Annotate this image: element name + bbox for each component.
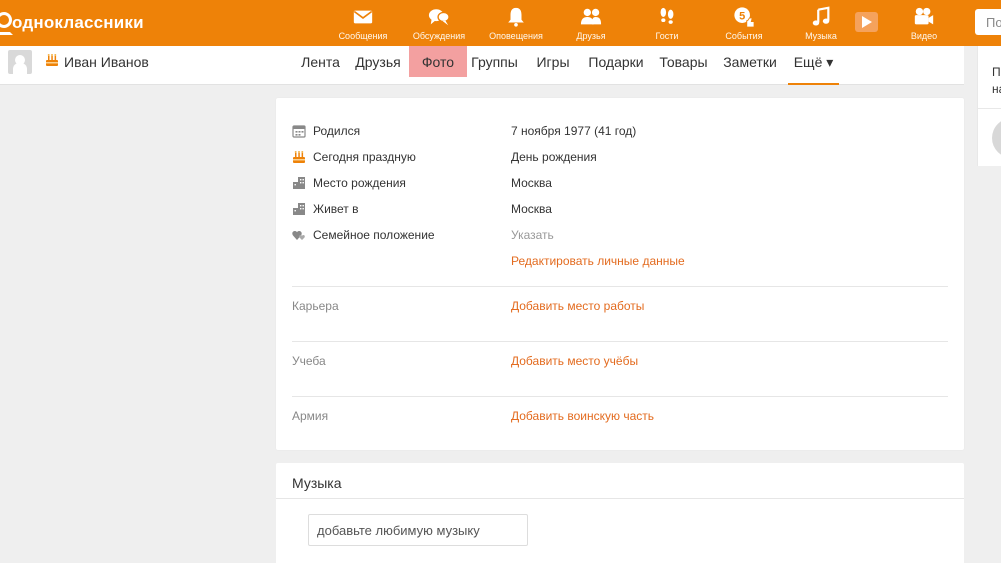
section-label-career: Карьера — [292, 299, 339, 313]
edit-personal-data-link[interactable]: Редактировать личные данные — [511, 254, 685, 268]
tab-friends[interactable]: Друзья — [350, 46, 406, 85]
info-row-born: Родился — [292, 124, 360, 138]
logo-text: одноклассники — [12, 13, 144, 32]
info-label: Семейное положение — [313, 228, 435, 242]
info-value-celebration: День рождения — [511, 150, 597, 164]
nav-notifications[interactable]: Оповещения — [485, 0, 547, 46]
nav-label: Обсуждения — [412, 31, 466, 41]
nav-music[interactable]: Музыка — [790, 0, 852, 46]
divider — [292, 286, 948, 287]
info-value-birthdate: 7 ноября 1977 (41 год) — [511, 124, 637, 138]
nav-video[interactable]: Видео — [893, 0, 955, 46]
tab-notes[interactable]: Заметки — [718, 46, 782, 85]
info-label: Родился — [313, 124, 361, 138]
site-logo[interactable]: одноклассники — [0, 10, 144, 36]
divider — [292, 396, 948, 397]
add-music-input[interactable]: добавьте любимую музыку — [308, 514, 528, 546]
nav-label: Гости — [655, 31, 679, 41]
events-icon: 5 — [734, 7, 755, 28]
nav-label: Друзья — [576, 31, 606, 41]
avatar[interactable] — [8, 50, 32, 74]
birthday-cake-icon — [46, 54, 58, 66]
profile-subbar: Иван Иванов Лента Друзья Фото Группы Игр… — [0, 46, 964, 85]
info-label: Живет в — [313, 202, 359, 216]
chat-bubbles-icon — [428, 9, 450, 26]
nav-guests[interactable]: Гости — [636, 0, 698, 46]
envelope-icon — [353, 10, 373, 24]
ok-logo-icon — [0, 12, 13, 35]
profile-user-name[interactable]: Иван Иванов — [64, 54, 149, 70]
music-card-title: Музыка — [292, 475, 342, 491]
music-play-button[interactable] — [855, 12, 878, 32]
svg-text:5: 5 — [739, 10, 745, 22]
nav-label: Музыка — [805, 31, 837, 41]
nav-events[interactable]: 5 События — [713, 0, 775, 46]
music-card: Музыка добавьте любимую музыку — [276, 463, 964, 563]
nav-label: Видео — [910, 31, 938, 41]
info-value-birthplace: Москва — [511, 176, 552, 190]
right-panel: П на — [977, 46, 1001, 166]
tab-goods[interactable]: Товары — [654, 46, 713, 85]
search-input[interactable]: По — [975, 9, 1001, 35]
add-school-link[interactable]: Добавить место учёбы — [511, 354, 638, 368]
info-row-lives-in: Живет в — [292, 202, 359, 216]
music-note-icon — [812, 6, 830, 26]
nav-label: Оповещения — [489, 31, 543, 41]
info-row-marital: Семейное положение — [292, 228, 435, 242]
nav-discussions[interactable]: Обсуждения — [408, 0, 470, 46]
footprints-icon — [660, 7, 674, 24]
section-label-army: Армия — [292, 409, 329, 423]
info-value-residence: Москва — [511, 202, 552, 216]
city-icon — [293, 203, 305, 215]
add-military-unit-link[interactable]: Добавить воинскую часть — [511, 409, 654, 423]
info-label: Сегодня праздную — [313, 150, 416, 164]
info-label: Место рождения — [313, 176, 406, 190]
nav-friends[interactable]: Друзья — [560, 0, 622, 46]
play-icon — [861, 16, 872, 28]
tab-groups[interactable]: Группы — [467, 46, 522, 85]
birthday-cake-icon — [293, 151, 305, 163]
tab-photos[interactable]: Фото — [409, 46, 467, 77]
tab-feed[interactable]: Лента — [293, 46, 348, 85]
friends-icon — [580, 8, 602, 25]
hearts-icon — [292, 231, 305, 240]
bell-icon — [508, 7, 524, 27]
top-bar: одноклассники Сообщения Обсуждения Опове… — [0, 0, 1001, 46]
tab-games[interactable]: Игры — [528, 46, 578, 85]
section-label-education: Учеба — [292, 354, 326, 368]
nav-messages[interactable]: Сообщения — [332, 0, 394, 46]
info-row-celebrating: Сегодня праздную — [292, 150, 416, 164]
friend-avatar[interactable] — [992, 118, 1001, 158]
video-camera-icon — [914, 7, 934, 25]
divider — [292, 341, 948, 342]
profile-info-card: Родился 7 ноября 1977 (41 год) Сегодня п… — [276, 98, 964, 450]
tab-gifts[interactable]: Подарки — [583, 46, 649, 85]
city-icon — [293, 177, 305, 189]
nav-label: События — [725, 31, 763, 41]
right-panel-text: П на — [992, 65, 1001, 96]
info-row-birthplace: Место рождения — [292, 176, 406, 190]
nav-label: Сообщения — [338, 31, 388, 41]
calendar-icon — [292, 125, 306, 138]
marital-status-set-link[interactable]: Указать — [511, 228, 554, 242]
add-workplace-link[interactable]: Добавить место работы — [511, 299, 644, 313]
tab-more[interactable]: Ещё ▾ — [788, 46, 839, 85]
